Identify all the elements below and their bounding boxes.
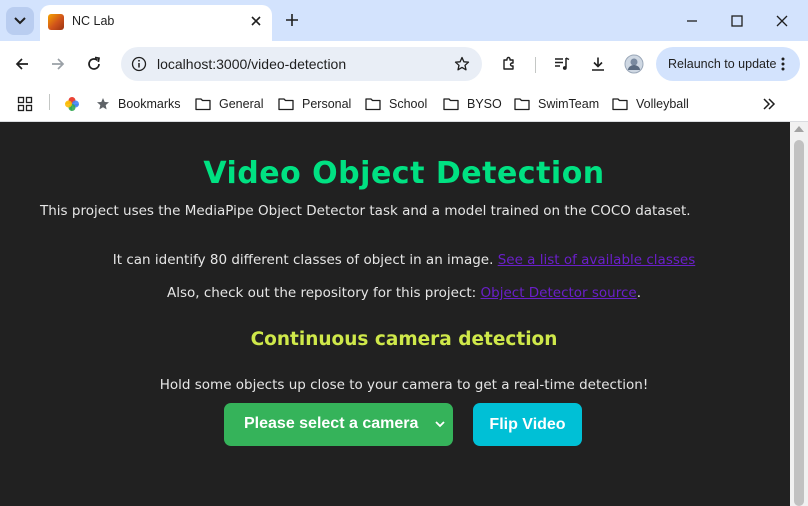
page-title: Video Object Detection [203,156,605,191]
nc-lab-favicon [48,14,64,30]
relaunch-button[interactable]: Relaunch to update [656,47,800,81]
classes-paragraph: It can identify 80 different classes of … [0,252,808,268]
folder-icon [443,97,459,111]
tab-close-button[interactable] [246,11,266,31]
address-url: localhost:3000/video-detection [157,56,347,72]
puzzle-icon [503,56,514,70]
tab-strip: NC Lab [0,0,808,41]
arrow-left-icon [15,58,28,70]
reload-icon [88,56,100,70]
folder-icon [195,97,211,111]
apps-button[interactable] [17,93,33,115]
camera-select[interactable]: Please select a camera [224,403,453,446]
section-title: Continuous camera detection [250,329,558,350]
tab-title: NC Lab [72,14,115,28]
chevron-down-icon [433,417,447,431]
bookmark-folder[interactable]: Volleyball [612,93,689,115]
bookmark-folder[interactable]: SwimTeam [514,93,599,115]
classes-link[interactable]: See a list of available classes [498,252,696,268]
classes-text: It can identify 80 different classes of … [112,252,498,268]
bookmark-label: School [389,97,428,111]
minimize-button[interactable] [678,7,706,35]
scroll-up-arrow-icon[interactable] [794,126,804,132]
folder-icon [365,97,381,111]
instruction-text: Hold some objects up close to your camer… [159,377,649,393]
repo-paragraph: Also, check out the repository for this … [0,285,808,301]
scrollbar-thumb[interactable] [794,140,804,506]
maximize-icon [731,15,743,27]
plus-icon [286,14,298,26]
page-content: Video Object Detection This project uses… [0,122,790,506]
apps-grid-icon [17,96,33,112]
playlist-music-icon [555,57,570,70]
site-info-icon[interactable] [129,54,149,74]
avatar-icon [624,54,644,74]
chevron-down-icon [14,17,26,25]
vertical-scrollbar[interactable] [790,122,808,506]
star-icon [96,97,110,111]
bookmark-label: Volleyball [636,97,689,111]
google-photos-icon [65,97,79,111]
maximize-button[interactable] [723,7,751,35]
bookmarks-separator [49,94,50,110]
profile-avatar[interactable] [621,51,647,77]
folder-icon [612,97,628,111]
bookmark-label: SwimTeam [538,97,600,111]
downloads-button[interactable] [585,51,611,77]
repo-link[interactable]: Object Detector source [481,285,637,301]
repo-suffix: . [636,285,642,301]
relaunch-label: Relaunch to update [668,57,777,71]
close-icon [251,16,261,26]
bookmark-item[interactable]: Bookmarks [96,93,181,115]
camera-select-value: Please select a camera [244,415,419,432]
folder-icon [514,97,530,111]
bookmark-folder[interactable]: Personal [278,93,351,115]
folder-icon [278,97,294,111]
address-bar[interactable]: localhost:3000/video-detection [121,47,482,81]
bookmark-label: BYSO [467,97,502,111]
media-controls-button[interactable] [549,51,575,77]
forward-button[interactable] [45,51,71,77]
bookmarks-overflow-button[interactable] [762,93,776,115]
intro-paragraph: This project uses the MediaPipe Object D… [40,203,691,219]
google-photos-bookmark[interactable] [63,93,81,115]
toolbar-separator [535,57,536,73]
reload-button[interactable] [81,51,107,77]
bookmark-folder[interactable]: General [195,93,263,115]
new-tab-button[interactable] [281,9,303,31]
bookmark-star-icon[interactable] [452,54,472,74]
download-icon [592,57,604,71]
extensions-button[interactable] [496,51,522,77]
bookmarks-bar: Bookmarks General Personal School BYSO S… [0,87,808,122]
close-icon [776,15,788,27]
back-button[interactable] [9,51,35,77]
tab-search-button[interactable] [6,7,34,35]
bookmark-label: General [219,97,264,111]
window-close-button[interactable] [768,7,796,35]
repo-text: Also, check out the repository for this … [166,285,481,301]
more-menu-icon[interactable] [774,54,792,74]
browser-tab[interactable]: NC Lab [40,5,272,41]
chevron-double-right-icon [763,98,776,110]
bookmark-label: Bookmarks [118,97,181,111]
bookmark-folder[interactable]: BYSO [443,93,502,115]
bookmark-label: Personal [302,97,352,111]
bookmark-folder[interactable]: School [365,93,427,115]
browser-toolbar: localhost:3000/video-detection Relaunch … [0,41,808,87]
flip-video-button[interactable]: Flip Video [473,403,582,446]
arrow-right-icon [52,58,65,70]
minimize-icon [687,20,697,22]
